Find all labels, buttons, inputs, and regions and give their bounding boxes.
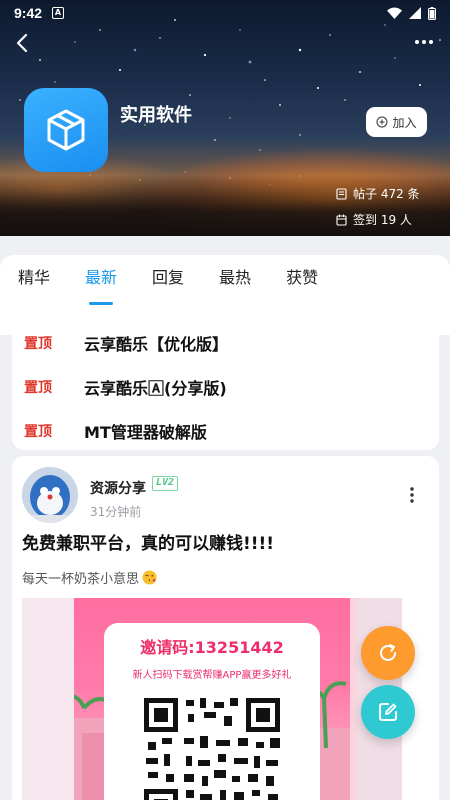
avatar-image <box>22 467 78 523</box>
signal-icon <box>409 7 421 19</box>
back-icon[interactable] <box>10 30 36 56</box>
battery-icon <box>428 6 436 20</box>
level-badge: LV2 <box>152 476 179 491</box>
pinned-item[interactable]: 置顶 MT管理器破解版 <box>12 409 439 453</box>
join-button[interactable]: 加入 <box>366 107 427 137</box>
author-name[interactable]: 资源分享 <box>90 478 146 498</box>
document-icon <box>336 187 347 200</box>
tab-featured[interactable]: 精华 <box>18 255 50 303</box>
author-avatar[interactable] <box>22 467 78 523</box>
post-image[interactable]: 邀请码:13251442 新人扫码下载赏帮赚APP赢更多好礼 <box>22 598 402 800</box>
group-header-banner: 9:42 A 实用软件 加入 帖子 472 条 签到 19 人 <box>0 0 450 236</box>
post-more-icon[interactable] <box>409 486 415 504</box>
kiss-emoji-icon <box>142 570 157 585</box>
pinned-title: MT管理器破解版 <box>84 423 207 442</box>
post-excerpt: 每天一杯奶茶小意思 <box>22 568 157 587</box>
tab-liked[interactable]: 获赞 <box>286 255 318 303</box>
more-options-icon[interactable] <box>414 32 434 52</box>
refresh-button[interactable] <box>361 626 415 680</box>
posts-count: 帖子 472 条 <box>336 185 420 202</box>
pinned-posts-card: 置顶 云享酷乐【优化版】 置顶 云享酷乐🄰(分享版) 置顶 MT管理器破解版 <box>12 313 439 450</box>
invite-code: 邀请码:13251442 <box>140 638 284 657</box>
edit-icon <box>379 703 397 721</box>
status-time: 9:42 <box>14 5 43 21</box>
post-time: 31分钟前 <box>90 505 142 519</box>
tab-replies[interactable]: 回复 <box>152 255 184 303</box>
checkin-count-text: 签到 19 人 <box>353 213 412 227</box>
calendar-icon <box>336 214 347 226</box>
group-title: 实用软件 <box>120 105 192 126</box>
pinned-title: 云享酷乐【优化版】 <box>84 335 229 354</box>
plus-circle-icon <box>376 116 388 128</box>
pinned-badge: 置顶 <box>24 336 52 352</box>
tab-bar: 精华 最新 回复 最热 获赞 <box>0 255 450 303</box>
pinned-badge: 置顶 <box>24 424 52 440</box>
pinned-item[interactable]: 置顶 云享酷乐【优化版】 <box>12 321 439 365</box>
wifi-icon <box>387 7 402 19</box>
invite-subtitle: 新人扫码下载赏帮赚APP赢更多好礼 <box>132 670 292 681</box>
pinned-title: 云享酷乐🄰(分享版) <box>84 379 227 398</box>
post-title[interactable]: 免费兼职平台，真的可以赚钱!!!! <box>22 529 274 554</box>
pinned-badge: 置顶 <box>24 380 52 396</box>
invite-card: 邀请码:13251442 新人扫码下载赏帮赚APP赢更多好礼 <box>104 623 320 800</box>
qr-code <box>144 698 280 800</box>
tab-hottest[interactable]: 最热 <box>219 255 251 303</box>
cube-icon <box>47 109 85 151</box>
tab-latest[interactable]: 最新 <box>85 255 117 303</box>
checkin-count: 签到 19 人 <box>336 211 412 228</box>
refresh-icon <box>380 644 396 661</box>
post-excerpt-text: 每天一杯奶茶小意思 <box>22 572 140 587</box>
status-bar: 9:42 A <box>0 0 450 26</box>
pinned-item[interactable]: 置顶 云享酷乐🄰(分享版) <box>12 365 439 409</box>
join-label: 加入 <box>392 115 417 130</box>
group-avatar <box>24 88 108 172</box>
posts-count-text: 帖子 472 条 <box>353 187 420 201</box>
a-badge-icon: A <box>52 7 65 19</box>
status-icons <box>387 6 436 20</box>
compose-button[interactable] <box>361 685 415 739</box>
